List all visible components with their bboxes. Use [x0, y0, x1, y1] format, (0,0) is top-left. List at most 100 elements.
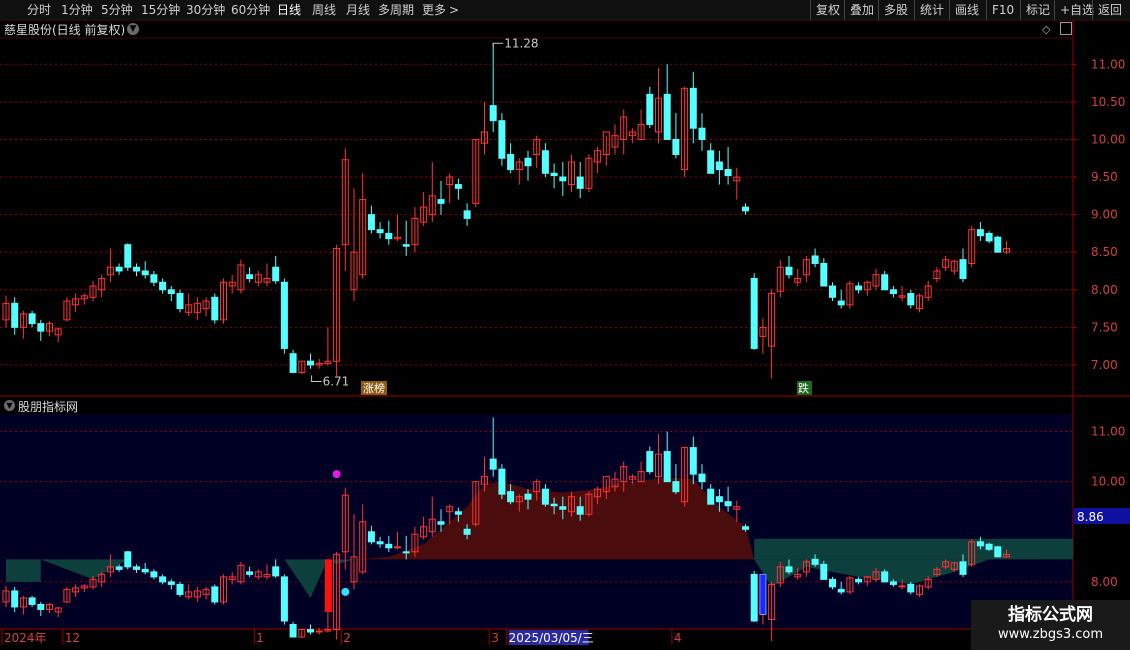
candle-body-sub	[246, 571, 254, 575]
candle-body-sub	[829, 578, 836, 588]
ribbon-band	[6, 559, 41, 582]
candle-body-sub	[133, 566, 140, 570]
candle-body	[489, 105, 497, 122]
signal-dot-magenta	[332, 470, 341, 479]
candle-body-sub	[498, 468, 506, 495]
candle-body-sub	[881, 571, 889, 583]
x-tick-label: 4	[674, 631, 682, 645]
candle-body	[402, 244, 410, 247]
candle-body-sub	[646, 451, 654, 473]
candle-body	[115, 266, 123, 272]
candle-body	[541, 150, 549, 174]
candle-body-sub	[272, 566, 280, 577]
candle-body	[559, 176, 567, 182]
candle-body-sub	[385, 543, 393, 549]
high-leader	[492, 42, 504, 48]
x-tick-label: 12	[65, 631, 80, 645]
signal-bar-red	[324, 559, 332, 612]
candle-body	[246, 274, 254, 280]
candle-body	[550, 172, 558, 177]
candle-body-sub	[994, 546, 1002, 558]
candle-body	[750, 278, 758, 349]
candle-body-sub	[150, 571, 158, 578]
candle-body-sub	[454, 511, 462, 515]
candle-body-sub	[402, 551, 410, 554]
candle-body	[272, 266, 280, 282]
y-tick-label: 7.00	[1091, 358, 1118, 372]
candle-body	[176, 293, 184, 310]
candle-body	[463, 210, 471, 219]
high-price-label: 11.28	[504, 36, 538, 50]
candle-body	[689, 87, 697, 129]
candle-body-sub	[550, 503, 558, 507]
y-tick-label: 8.00	[1091, 283, 1118, 297]
ribbon-band	[754, 538, 1073, 560]
candle-body-sub	[280, 576, 288, 622]
y-tick-label: 8.00	[1091, 575, 1118, 589]
candle-body-sub	[159, 576, 167, 583]
candle-body	[437, 199, 445, 204]
candle-body-sub	[437, 521, 445, 525]
candle-body-sub	[715, 496, 723, 503]
y-tick-label: 7.50	[1091, 320, 1118, 334]
candle-body-sub	[367, 531, 375, 543]
x-tick-label: 3	[491, 631, 499, 645]
y-tick-label: 10.00	[1091, 475, 1125, 489]
candle-body	[524, 157, 532, 167]
sub-panel-title: 股朋指标网	[18, 400, 79, 414]
candle-body	[663, 93, 671, 140]
candle-body-sub	[959, 561, 967, 575]
candle-body-sub	[785, 566, 793, 573]
candle-body	[376, 229, 384, 234]
candle-body	[646, 93, 654, 125]
candle-body	[289, 353, 297, 373]
candle-body	[715, 161, 723, 171]
candle-body	[498, 120, 506, 159]
candle-body	[837, 300, 845, 306]
candle-body-sub	[837, 588, 845, 593]
low-price-label: 6.71	[323, 374, 350, 388]
candle-body	[707, 150, 715, 174]
candle-body	[141, 270, 149, 276]
candle-body	[785, 266, 793, 276]
y-tick-label: 9.00	[1091, 208, 1118, 222]
y-tick-label: 11.00	[1091, 57, 1125, 71]
candle-body-sub	[124, 551, 132, 568]
signal-bar-blue	[759, 573, 767, 615]
candle-body	[959, 259, 967, 280]
candle-body-sub	[698, 473, 706, 483]
kline-chart[interactable]: 11.00 10.50 10.00 9.50 9.00 8.50 8.00 7.50 7.00 1…	[0, 0, 1130, 650]
candle-body	[37, 323, 45, 332]
watermark: 指标公式网 www.zbgs3.com	[971, 600, 1130, 650]
candle-body	[307, 360, 314, 366]
candle-body-sub	[115, 566, 123, 570]
candle-body-sub	[289, 623, 297, 638]
candle-body-sub	[11, 590, 19, 608]
candle-body-sub	[855, 578, 863, 583]
candle-body	[133, 266, 140, 272]
candle-body-sub	[985, 543, 993, 550]
y-tick-label: 8.50	[1091, 245, 1118, 259]
candle-body	[820, 262, 828, 287]
y-tick-label: 10.50	[1091, 95, 1125, 109]
candle-body	[150, 274, 158, 283]
candle-body-sub	[307, 629, 314, 633]
candle-body	[985, 232, 993, 242]
candle-body	[211, 296, 219, 321]
y-tick-label: 11.00	[1091, 425, 1125, 439]
candle-body-sub	[489, 458, 497, 470]
x-tick-label: 1	[256, 631, 264, 645]
candle-body-sub	[707, 488, 715, 505]
candle-body	[11, 302, 19, 328]
candle-body-sub	[576, 506, 584, 515]
watermark-url: www.zbgs3.com	[997, 627, 1104, 642]
candle-body	[994, 236, 1002, 253]
candle-body	[280, 281, 288, 349]
candle-body-sub	[176, 583, 184, 595]
candle-body-sub	[167, 581, 175, 585]
candle-body-sub	[141, 568, 149, 573]
chevron-down-icon[interactable]: ▼	[4, 400, 15, 411]
candle-body-sub	[724, 501, 732, 507]
candle-body	[829, 285, 836, 298]
x-tick-label: 2025/03/05/三	[509, 631, 594, 645]
